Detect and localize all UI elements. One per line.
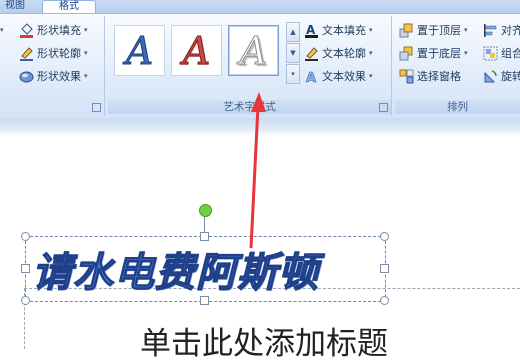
annotation-arrow (249, 92, 266, 249)
